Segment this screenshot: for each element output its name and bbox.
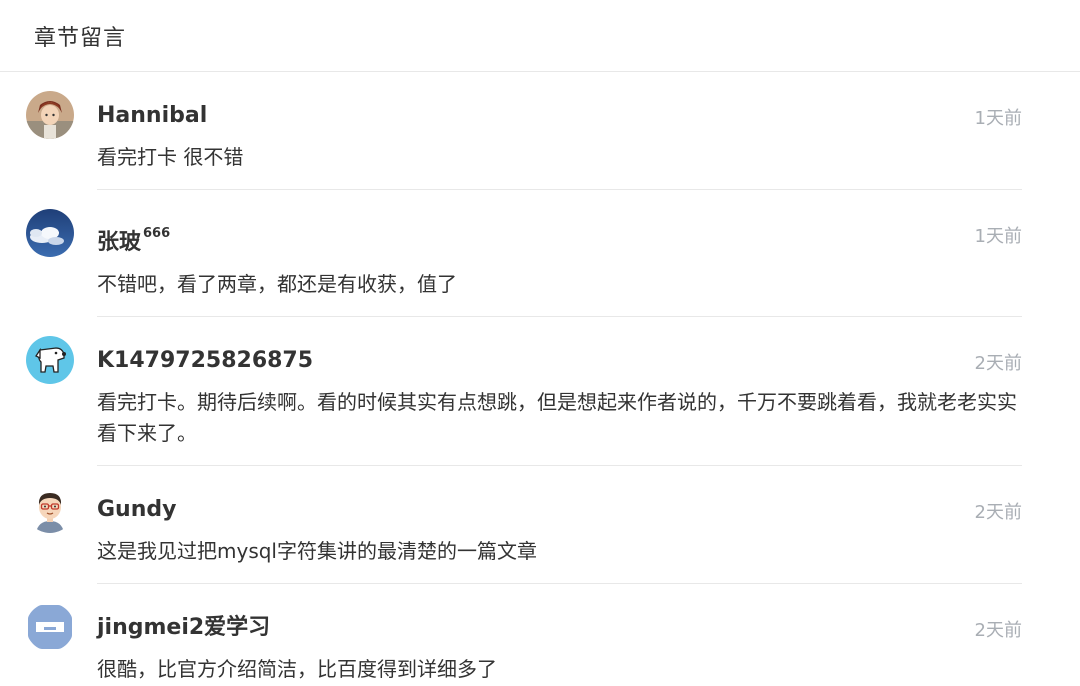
comment-body: Gundy 2天前 这是我见过把mysql字符集讲的最清楚的一篇文章 bbox=[97, 466, 1022, 584]
comment-time: 2天前 bbox=[974, 502, 1022, 523]
comment-text: 看完打卡。期待后续啊。看的时候其实有点想跳，但是想起来作者说的，千万不要跳着看，… bbox=[97, 390, 1017, 445]
comment-item: 张玻 666 1天前 不错吧，看了两章，都还是有收获，值了 bbox=[26, 190, 1022, 317]
cartoon-man-glasses-avatar bbox=[26, 485, 74, 533]
comment-text: 很酷，比官方介绍简洁，比百度得到详细多了 bbox=[97, 657, 497, 681]
page-title: 章节留言 bbox=[34, 25, 127, 51]
comment-author[interactable]: 张玻 666 bbox=[97, 220, 1022, 257]
anime-character-avatar bbox=[26, 91, 74, 139]
comment-author[interactable]: jingmei2爱学习 bbox=[97, 614, 1022, 642]
comment-author[interactable]: K1479725826875 bbox=[97, 347, 1022, 375]
comment-item: Gundy 2天前 这是我见过把mysql字符集讲的最清楚的一篇文章 bbox=[26, 466, 1022, 584]
comment-time: 2天前 bbox=[974, 620, 1022, 641]
comment-list: Hannibal 1天前 看完打卡 很不错 张玻 666 1天前 不错吧，看了两… bbox=[0, 72, 1080, 686]
comment-item: jingmei2爱学习 2天前 很酷，比官方介绍简洁，比百度得到详细多了 bbox=[26, 584, 1022, 686]
default-blue-avatar bbox=[26, 603, 74, 651]
comment-author[interactable]: Gundy bbox=[97, 496, 1022, 524]
comment-author[interactable]: Hannibal bbox=[97, 102, 1022, 130]
comment-text: 这是我见过把mysql字符集讲的最清楚的一篇文章 bbox=[97, 539, 537, 563]
comment-time: 1天前 bbox=[974, 226, 1022, 247]
comment-time: 2天前 bbox=[974, 353, 1022, 374]
avatar[interactable] bbox=[26, 603, 74, 651]
sky-clouds-avatar bbox=[26, 209, 74, 257]
comment-body: jingmei2爱学习 2天前 很酷，比官方介绍简洁，比百度得到详细多了 bbox=[97, 584, 1022, 686]
avatar[interactable] bbox=[26, 209, 74, 257]
comment-item: K1479725826875 2天前 看完打卡。期待后续啊。看的时候其实有点想跳… bbox=[26, 317, 1022, 466]
comment-item: Hannibal 1天前 看完打卡 很不错 bbox=[26, 72, 1022, 190]
comment-text: 不错吧，看了两章，都还是有收获，值了 bbox=[97, 272, 457, 296]
cartoon-dog-avatar bbox=[26, 336, 74, 384]
avatar[interactable] bbox=[26, 485, 74, 533]
comments-header: 章节留言 bbox=[0, 0, 1080, 72]
avatar[interactable] bbox=[26, 336, 74, 384]
comment-time: 1天前 bbox=[974, 108, 1022, 129]
comment-body: Hannibal 1天前 看完打卡 很不错 bbox=[97, 72, 1022, 190]
avatar[interactable] bbox=[26, 91, 74, 139]
comment-body: K1479725826875 2天前 看完打卡。期待后续啊。看的时候其实有点想跳… bbox=[97, 317, 1022, 466]
comment-body: 张玻 666 1天前 不错吧，看了两章，都还是有收获，值了 bbox=[97, 190, 1022, 317]
comment-text: 看完打卡 很不错 bbox=[97, 145, 244, 169]
author-suffix: 666 bbox=[143, 226, 171, 241]
